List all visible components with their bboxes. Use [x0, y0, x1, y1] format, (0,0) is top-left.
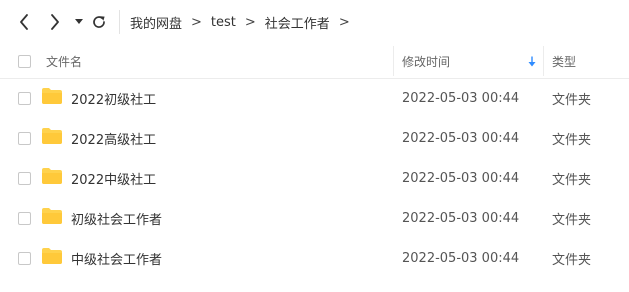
file-name[interactable]: 中级社会工作者: [71, 238, 162, 278]
toolbar-divider: [119, 10, 120, 34]
file-row[interactable]: 初级社会工作者 2022-05-03 00:44 文件夹: [0, 198, 629, 238]
breadcrumb-separator: >: [244, 14, 256, 30]
breadcrumb-separator: >: [338, 14, 350, 30]
file-type: 文件夹: [552, 212, 592, 228]
chevron-right-icon: [51, 14, 59, 30]
file-row[interactable]: 2022初级社工 2022-05-03 00:44 文件夹: [0, 78, 629, 118]
breadcrumb-separator: >: [191, 14, 202, 30]
file-type: 文件夹: [552, 92, 592, 108]
row-checkbox[interactable]: [18, 92, 31, 105]
history-dropdown-button[interactable]: [73, 12, 85, 32]
file-name[interactable]: 2022中级社工: [71, 158, 156, 198]
file-modified-time: 2022-05-03 00:44: [402, 170, 520, 186]
row-checkbox[interactable]: [18, 252, 31, 265]
file-list-header: 文件名 修改时间 类型: [0, 44, 629, 79]
file-row[interactable]: 2022中级社工 2022-05-03 00:44 文件夹: [0, 158, 629, 198]
file-name[interactable]: 2022高级社工: [71, 118, 156, 158]
column-header-modified[interactable]: 修改时间: [402, 44, 450, 78]
breadcrumb-item-test[interactable]: test: [211, 15, 236, 30]
refresh-button[interactable]: [89, 12, 109, 32]
sort-indicator[interactable]: [528, 44, 536, 78]
sort-down-arrow-icon: [528, 56, 536, 66]
row-checkbox[interactable]: [18, 172, 31, 185]
caret-down-icon: [75, 19, 83, 24]
column-header-type[interactable]: 类型: [552, 44, 576, 78]
file-name[interactable]: 2022初级社工: [71, 78, 156, 118]
breadcrumb-item-root[interactable]: 我的网盘: [130, 13, 182, 32]
file-row[interactable]: 2022高级社工 2022-05-03 00:44 文件夹: [0, 118, 629, 158]
back-button[interactable]: [15, 12, 33, 32]
folder-icon: [42, 168, 62, 184]
file-name[interactable]: 初级社会工作者: [71, 198, 162, 238]
column-divider[interactable]: [393, 46, 394, 76]
folder-icon: [42, 88, 62, 104]
folder-icon: [42, 248, 62, 264]
file-type: 文件夹: [552, 132, 592, 148]
file-modified-time: 2022-05-03 00:44: [402, 250, 520, 266]
folder-icon: [42, 208, 62, 224]
file-modified-time: 2022-05-03 00:44: [402, 130, 520, 146]
refresh-icon: [93, 16, 105, 28]
file-modified-time: 2022-05-03 00:44: [402, 90, 520, 106]
column-header-name[interactable]: 文件名: [46, 44, 82, 78]
forward-button[interactable]: [46, 12, 64, 32]
row-checkbox[interactable]: [18, 212, 31, 225]
folder-icon: [42, 128, 62, 144]
breadcrumb-item-current[interactable]: 社会工作者: [265, 13, 330, 32]
column-divider[interactable]: [543, 46, 544, 76]
row-checkbox[interactable]: [18, 132, 31, 145]
chevron-left-icon: [20, 14, 28, 30]
select-all-checkbox[interactable]: [18, 55, 31, 68]
file-row[interactable]: 中级社会工作者 2022-05-03 00:44 文件夹: [0, 238, 629, 278]
toolbar: 我的网盘 > test > 社会工作者 >: [0, 0, 629, 44]
file-modified-time: 2022-05-03 00:44: [402, 210, 520, 226]
file-type: 文件夹: [552, 252, 592, 268]
breadcrumb: 我的网盘 > test > 社会工作者 >: [130, 0, 359, 44]
file-type: 文件夹: [552, 172, 592, 188]
